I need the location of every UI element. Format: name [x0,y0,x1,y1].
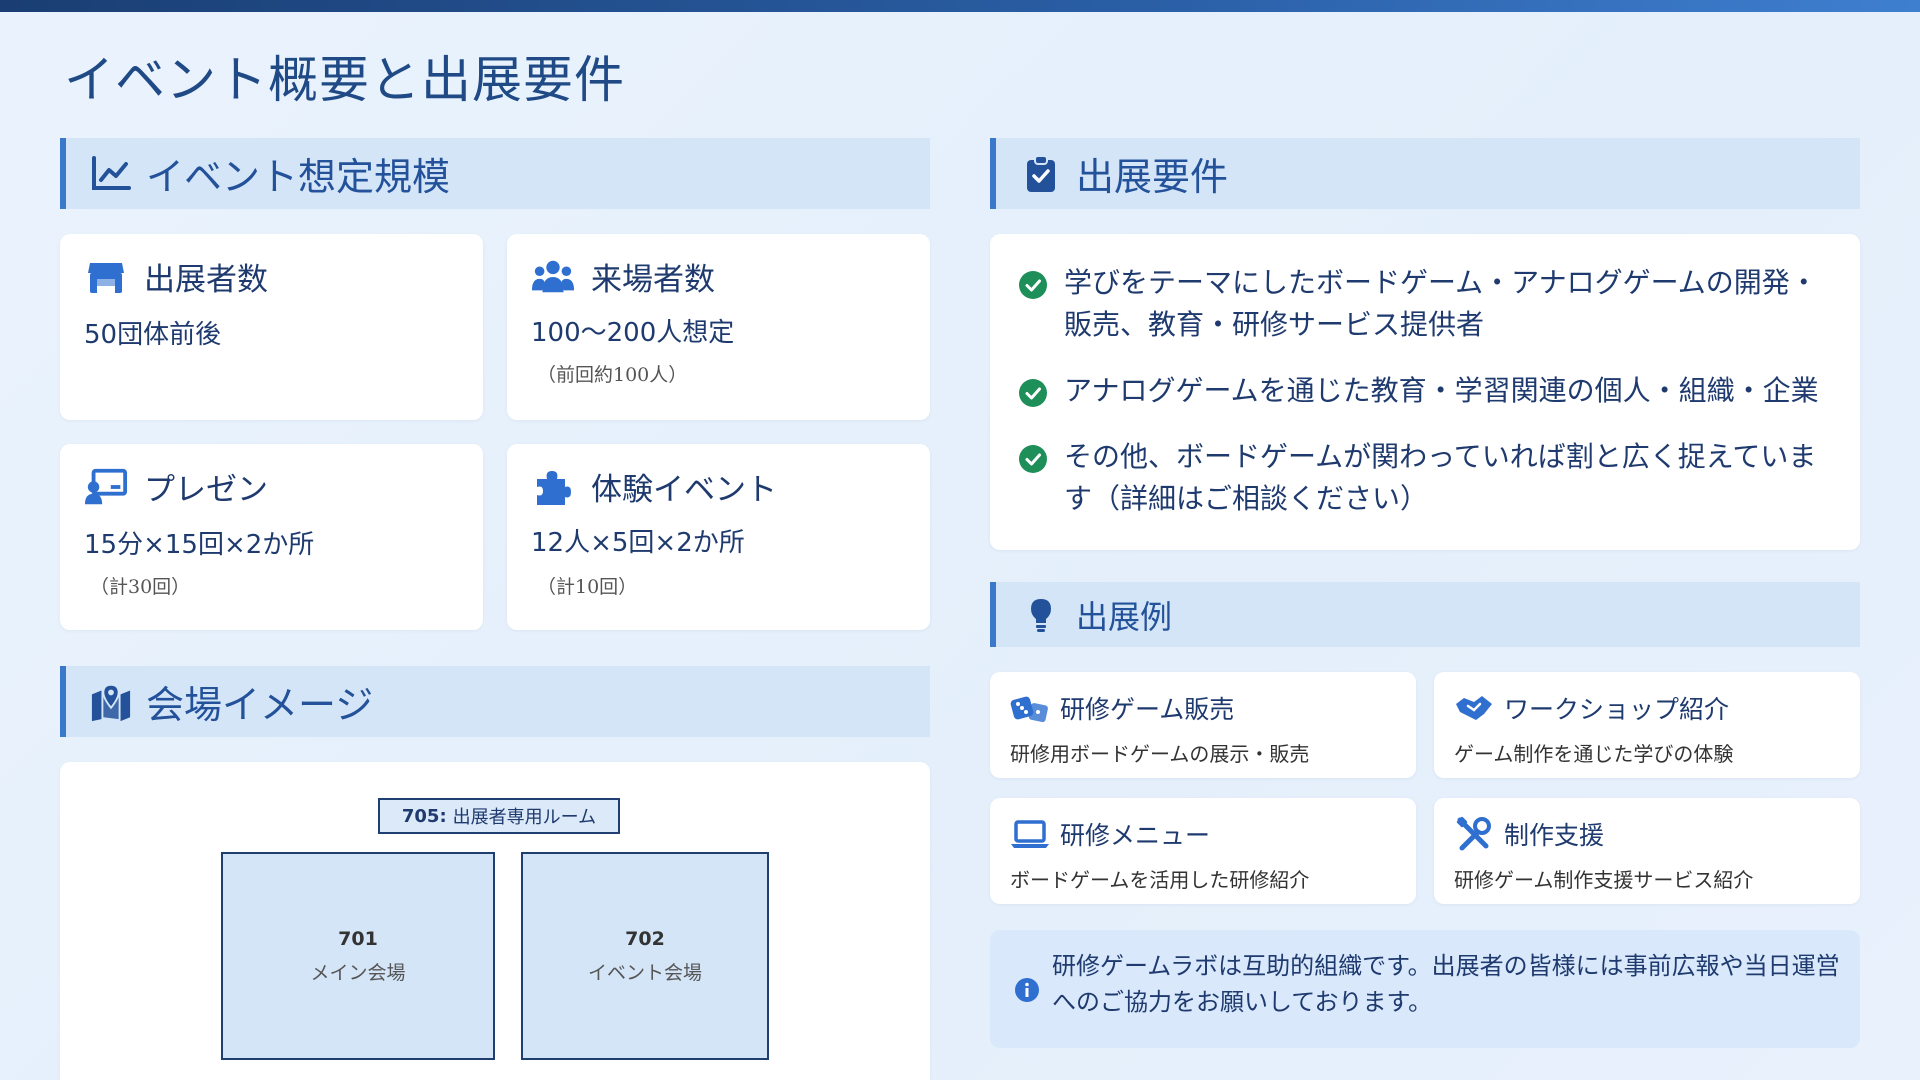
room-name: メイン会場 [310,961,406,984]
handshake-icon [1454,690,1494,726]
example-title: ワークショップ紹介 [1504,695,1730,724]
room-number: 702 [625,927,665,950]
tools-icon [1454,816,1494,852]
venue-section-header: 会場イメージ [60,666,930,737]
stat-card-experience: 体験イベント 12人×5回×2か所 （計10回） [507,444,930,630]
examples-section-title: 出展例 [1076,597,1173,636]
example-title: 研修メニュー [1060,821,1211,850]
room-702: 702 イベント会場 [521,852,769,1060]
scale-section-header: イベント想定規模 [60,138,930,209]
stat-label: 体験イベント [591,472,777,508]
chart-line-icon [90,153,132,195]
stat-value: 50団体前後 [84,320,222,350]
requirements-card: 学びをテーマにしたボードゲーム・アナログゲームの開発・販売、教育・研修サービス提… [990,234,1860,550]
requirement-item: 学びをテーマにしたボードゲーム・アナログゲームの開発・販売、教育・研修サービス提… [1018,262,1824,346]
example-card-training-game-sales: 研修ゲーム販売 研修用ボードゲームの展示・販売 [990,672,1416,778]
room-name: イベント会場 [587,961,702,984]
stat-value: 15分×15回×2か所 [84,530,315,560]
room-705: 705: 出展者専用ルーム [378,798,620,834]
stat-value: 12人×5回×2か所 [531,528,745,558]
requirement-text: その他、ボードゲームが関わっていれば割と広く捉えています（詳細はご相談ください） [1064,440,1817,515]
dice-icon [1010,690,1050,726]
stat-label: 出展者数 [144,262,268,298]
info-note: 研修ゲームラボは互助的組織です。出展者の皆様には事前広報や当日運営へのご協力をお… [990,930,1860,1048]
check-circle-icon [1019,379,1047,407]
room-name: 出展者専用ルーム [452,807,597,828]
stat-note: （前回約100人） [537,364,688,386]
room-number: 701 [338,927,378,950]
stat-label: 来場者数 [591,262,715,298]
example-desc: ボードゲームを活用した研修紹介 [1010,868,1310,892]
presentation-icon [84,465,128,509]
example-title: 研修ゲーム販売 [1060,695,1235,724]
check-circle-icon [1019,271,1047,299]
stat-card-exhibitors: 出展者数 50団体前後 [60,234,483,420]
page-title: イベント概要と出展要件 [64,51,625,109]
requirement-text: 学びをテーマにしたボードゲーム・アナログゲームの開発・販売、教育・研修サービス提… [1064,266,1818,341]
example-card-workshop: ワークショップ紹介 ゲーム制作を通じた学びの体験 [1434,672,1860,778]
example-desc: 研修ゲーム制作支援サービス紹介 [1454,868,1754,892]
requirements-section-header: 出展要件 [990,138,1860,209]
stat-note: （計10回） [537,576,638,598]
room-701: 701 メイン会場 [221,852,495,1060]
map-marked-icon [90,681,132,723]
top-accent-bar [0,0,1920,12]
stat-value: 100〜200人想定 [531,318,735,348]
example-desc: 研修用ボードゲームの展示・販売 [1010,742,1310,766]
laptop-icon [1010,816,1050,852]
clipboard-check-icon [1020,153,1062,195]
stat-label: プレゼン [144,472,268,508]
lightbulb-icon [1020,594,1062,636]
check-circle-icon [1019,445,1047,473]
venue-section-title: 会場イメージ [146,683,374,727]
requirement-text: アナログゲームを通じた教育・学習関連の個人・組織・企業 [1064,374,1819,407]
stat-card-presentations: プレゼン 15分×15回×2か所 （計30回） [60,444,483,630]
store-icon [84,255,128,299]
puzzle-icon [531,465,575,509]
stat-card-visitors: 来場者数 100〜200人想定 （前回約100人） [507,234,930,420]
scale-section-title: イベント想定規模 [146,155,451,199]
requirement-item: アナログゲームを通じた教育・学習関連の個人・組織・企業 [1018,370,1824,412]
requirements-section-title: 出展要件 [1076,155,1229,199]
example-card-production-support: 制作支援 研修ゲーム制作支援サービス紹介 [1434,798,1860,904]
info-circle-icon [1015,978,1039,1002]
requirement-item: その他、ボードゲームが関わっていれば割と広く捉えています（詳細はご相談ください） [1018,436,1824,520]
room-number: 705: [401,805,447,827]
stat-note: （計30回） [90,576,191,598]
users-icon [531,255,575,299]
info-note-text: 研修ゲームラボは互助的組織です。出展者の皆様には事前広報や当日運営へのご協力をお… [1052,952,1840,1016]
example-title: 制作支援 [1504,821,1605,850]
examples-section-header: 出展例 [990,582,1860,647]
example-card-training-menu: 研修メニュー ボードゲームを活用した研修紹介 [990,798,1416,904]
example-desc: ゲーム制作を通じた学びの体験 [1454,742,1734,766]
